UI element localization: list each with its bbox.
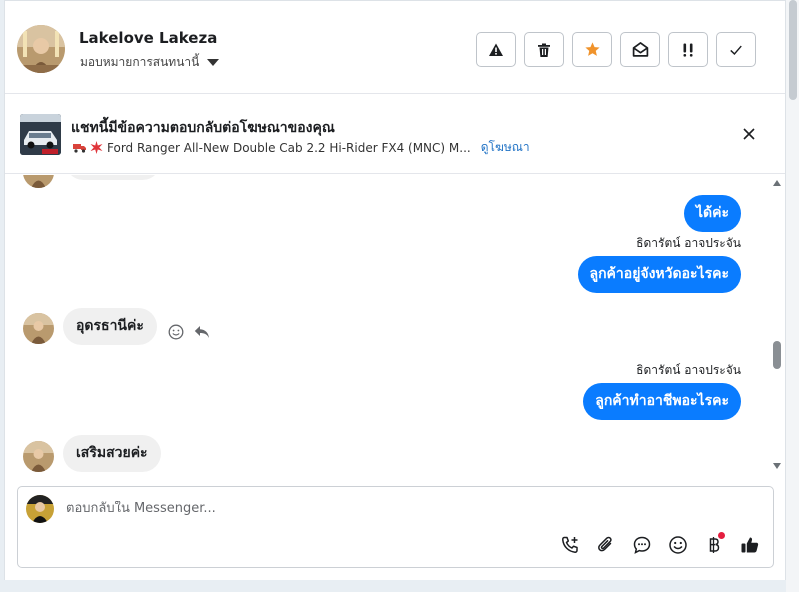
double-exclamation-icon: [683, 43, 693, 57]
page-scrollbar-thumb[interactable]: [789, 0, 797, 100]
conversation-panel: Lakelove Lakeza มอบหมายการสนทนานี้ แชทนี…: [4, 0, 786, 580]
sparkle-icon: [90, 141, 103, 154]
emoji-button[interactable]: [667, 534, 689, 556]
contact-name[interactable]: Lakelove Lakeza: [79, 29, 217, 47]
call-add-button[interactable]: [559, 534, 581, 556]
star-button[interactable]: [572, 32, 612, 67]
assign-conversation-dropdown[interactable]: มอบหมายการสนทนานี้: [80, 53, 220, 72]
ad-thumbnail[interactable]: [20, 114, 61, 155]
notification-dot: [718, 532, 725, 539]
ad-banner-title: แชทนี้มีข้อความตอบกลับต่อโฆษณาของคุณ: [71, 120, 335, 136]
caret-down-icon: [207, 59, 220, 66]
message-thread: ได้ค่ะ ธิดารัตน์ อาจประจัน ลูกค้าอยู่จัง…: [5, 175, 775, 475]
contact-avatar-small: [23, 175, 54, 188]
reply-icon[interactable]: [194, 325, 210, 339]
payment-button[interactable]: [703, 532, 725, 556]
assign-label: มอบหมายการสนทนานี้: [80, 55, 200, 69]
scrollbar-thumb[interactable]: [773, 341, 781, 369]
message-bubble-out[interactable]: ลูกค้าอยู่จังหวัดอะไรคะ: [577, 256, 741, 293]
follow-up-button[interactable]: [668, 32, 708, 67]
warning-icon: [489, 43, 503, 56]
ad-description: Ford Ranger All-New Double Cab 2.2 Hi-Ri…: [107, 140, 471, 155]
star-icon: [584, 42, 600, 56]
saved-replies-button[interactable]: [631, 534, 653, 556]
react-emoji-icon[interactable]: [168, 324, 184, 340]
message-bubble-in[interactable]: เสริมสวยค่ะ: [63, 435, 161, 472]
close-banner-button[interactable]: [741, 126, 757, 142]
chat-bubble-icon: [633, 536, 651, 554]
contact-avatar-small: [23, 313, 54, 344]
message-bubble-out[interactable]: ลูกค้าทำอาชีพอะไรคะ: [583, 383, 741, 420]
attach-button[interactable]: [595, 534, 617, 556]
envelope-open-icon: [632, 42, 648, 57]
page-avatar: [26, 495, 54, 523]
composer-toolbar: [559, 532, 761, 556]
header-actions: [476, 32, 756, 67]
thread-scrollbar[interactable]: [771, 175, 783, 475]
call-add-icon: [562, 536, 578, 553]
sender-name: ธิดารัตน์ อาจประจัน: [636, 363, 741, 377]
send-like-button[interactable]: [739, 534, 761, 556]
view-ad-link[interactable]: ดูโฆษณา: [481, 138, 530, 157]
ad-description-line: Ford Ranger All-New Double Cab 2.2 Hi-Ri…: [73, 138, 530, 157]
truck-icon: [73, 144, 86, 153]
close-icon: [743, 128, 755, 140]
scroll-down-arrow-icon[interactable]: [773, 463, 781, 469]
paperclip-icon: [598, 536, 612, 552]
check-icon: [730, 45, 742, 55]
contact-avatar[interactable]: [17, 25, 65, 73]
ad-context-banner: แชทนี้มีข้อความตอบกลับต่อโฆษณาของคุณ For…: [5, 95, 785, 174]
message-actions: [168, 324, 210, 340]
spam-report-button[interactable]: [476, 32, 516, 67]
mark-unread-button[interactable]: [620, 32, 660, 67]
message-bubble-in[interactable]: อุดรธานีค่ะ: [63, 308, 157, 345]
page-scrollbar[interactable]: [786, 0, 799, 592]
contact-avatar-small: [23, 441, 54, 472]
thumbs-up-icon: [741, 537, 759, 553]
trash-icon: [538, 43, 550, 57]
mark-done-button[interactable]: [716, 32, 756, 67]
delete-button[interactable]: [524, 32, 564, 67]
sender-name: ธิดารัตน์ อาจประจัน: [636, 236, 741, 250]
conversation-header: Lakelove Lakeza มอบหมายการสนทนานี้: [5, 1, 785, 94]
emoji-icon: [669, 536, 687, 554]
scroll-up-arrow-icon[interactable]: [773, 180, 781, 186]
reply-input[interactable]: [66, 501, 666, 516]
message-composer: [17, 486, 774, 568]
message-bubble-in-clipped: [65, 175, 161, 180]
message-bubble-out[interactable]: ได้ค่ะ: [683, 195, 741, 232]
